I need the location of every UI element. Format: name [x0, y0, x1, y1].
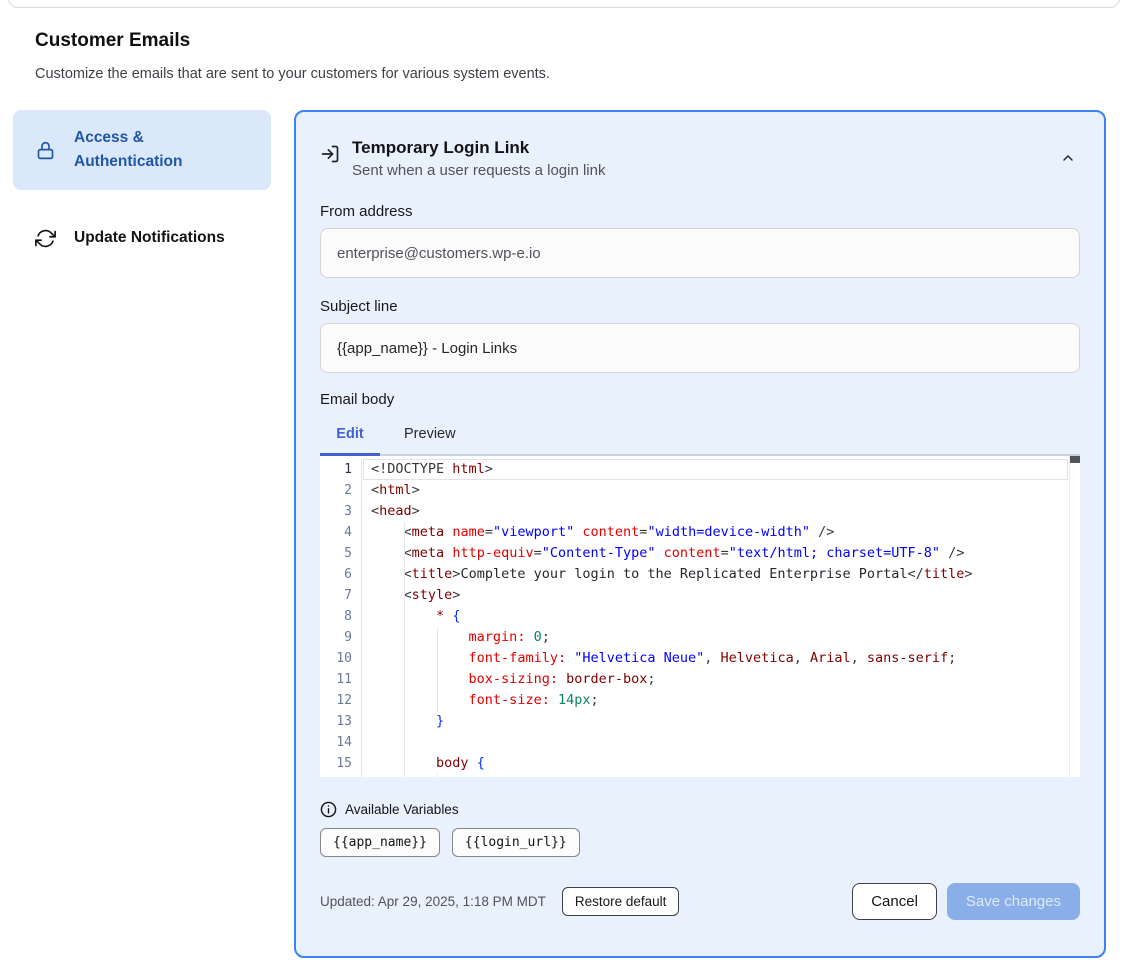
line-number: 10	[320, 648, 362, 669]
available-variables-label: Available Variables	[345, 802, 459, 817]
from-address-input[interactable]	[320, 228, 1080, 278]
code-line[interactable]: 15 body {	[320, 753, 1080, 774]
code-line[interactable]: 9 margin: 0;	[320, 627, 1080, 648]
code-line[interactable]: 2<html>	[320, 480, 1080, 501]
page-subtitle: Customize the emails that are sent to yo…	[35, 66, 550, 82]
line-number: 3	[320, 501, 362, 522]
code-line[interactable]: 14	[320, 732, 1080, 753]
line-number: 5	[320, 543, 362, 564]
line-number: 15	[320, 753, 362, 774]
email-body-label: Email body	[320, 391, 1080, 408]
sidebar-item-access-authentication[interactable]: Access & Authentication	[13, 110, 271, 190]
code-line-text: }	[362, 711, 444, 732]
line-number: 16	[320, 774, 362, 777]
card-subtitle: Sent when a user requests a login link	[352, 162, 1044, 179]
code-line[interactable]: 7 <style>	[320, 585, 1080, 606]
tab-preview[interactable]: Preview	[404, 416, 456, 454]
code-line[interactable]: 1<!DOCTYPE html>	[320, 459, 1080, 480]
code-editor-lines: 1<!DOCTYPE html>2<html>3<head>4 <meta na…	[320, 456, 1080, 777]
line-number: 2	[320, 480, 362, 501]
updated-timestamp: Updated: Apr 29, 2025, 1:18 PM MDT	[320, 894, 546, 909]
restore-default-button[interactable]: Restore default	[562, 887, 680, 916]
line-number: 6	[320, 564, 362, 585]
code-line-text: <style>	[362, 585, 460, 606]
from-address-label: From address	[320, 203, 1080, 220]
line-number: 14	[320, 732, 362, 753]
subject-line-input[interactable]	[320, 323, 1080, 373]
line-number: 12	[320, 690, 362, 711]
code-line[interactable]: 11 box-sizing: border-box;	[320, 669, 1080, 690]
save-changes-button[interactable]: Save changes	[947, 883, 1080, 920]
line-number: 13	[320, 711, 362, 732]
sidebar-item-update-notifications[interactable]: Update Notifications	[13, 214, 271, 262]
previous-section-card-edge	[8, 0, 1120, 8]
page-title: Customer Emails	[35, 30, 190, 52]
line-number: 7	[320, 585, 362, 606]
collapse-button[interactable]	[1056, 146, 1080, 173]
code-editor[interactable]: 1<!DOCTYPE html>2<html>3<head>4 <meta na…	[320, 456, 1080, 777]
code-line-text: font-family: "Helvetica Neue", Helvetica…	[362, 648, 956, 669]
line-number: 1	[320, 459, 362, 480]
editor-tabs: Edit Preview	[320, 416, 1080, 456]
code-line[interactable]: 3<head>	[320, 501, 1080, 522]
subject-line-label: Subject line	[320, 298, 1080, 315]
editor-scrollbar-thumb[interactable]	[1070, 456, 1080, 463]
code-line-text: * {	[362, 606, 460, 627]
code-line-text: <head>	[362, 501, 420, 522]
code-line[interactable]: 13 }	[320, 711, 1080, 732]
code-line-text: font-size: 14px;	[362, 690, 599, 711]
code-line-text: margin: 0;	[362, 627, 550, 648]
info-icon	[320, 801, 337, 818]
code-line-text	[362, 732, 371, 753]
lock-icon	[35, 140, 56, 161]
code-line[interactable]: 16 background-color: #ffffff;	[320, 774, 1080, 777]
line-number: 4	[320, 522, 362, 543]
variable-chips: {{app_name}} {{login_url}}	[320, 828, 1080, 857]
code-line-text: <!DOCTYPE html>	[362, 459, 493, 480]
code-line-text: <meta name="viewport" content="width=dev…	[362, 522, 834, 543]
variable-chip-app-name[interactable]: {{app_name}}	[320, 828, 440, 857]
sidebar-item-label: Update Notifications	[74, 226, 225, 250]
refresh-icon	[35, 228, 56, 249]
cancel-button[interactable]: Cancel	[852, 883, 937, 920]
line-number: 11	[320, 669, 362, 690]
code-line-text: <html>	[362, 480, 420, 501]
temporary-login-link-card: Temporary Login Link Sent when a user re…	[294, 110, 1106, 958]
code-line[interactable]: 12 font-size: 14px;	[320, 690, 1080, 711]
code-line[interactable]: 4 <meta name="viewport" content="width=d…	[320, 522, 1080, 543]
card-footer: Updated: Apr 29, 2025, 1:18 PM MDT Resto…	[320, 883, 1080, 920]
code-line[interactable]: 10 font-family: "Helvetica Neue", Helvet…	[320, 648, 1080, 669]
sidebar-item-label: Access & Authentication	[74, 126, 255, 174]
chevron-up-icon	[1060, 150, 1076, 169]
code-line[interactable]: 6 <title>Complete your login to the Repl…	[320, 564, 1080, 585]
card-title: Temporary Login Link	[352, 138, 1044, 158]
code-line-text: body {	[362, 753, 485, 774]
code-line-text: box-sizing: border-box;	[362, 669, 656, 690]
code-line[interactable]: 5 <meta http-equiv="Content-Type" conten…	[320, 543, 1080, 564]
editor-scrollbar-track	[1069, 456, 1070, 777]
card-header[interactable]: Temporary Login Link Sent when a user re…	[320, 138, 1080, 179]
code-line-text: <title>Complete your login to the Replic…	[362, 564, 973, 585]
card-titles: Temporary Login Link Sent when a user re…	[352, 138, 1044, 179]
customer-emails-page: Customer Emails Customize the emails tha…	[0, 0, 1128, 980]
line-number: 9	[320, 627, 362, 648]
settings-sidebar: Access & Authentication Update Notificat…	[13, 110, 271, 262]
tab-edit[interactable]: Edit	[320, 416, 380, 454]
code-line-text: background-color: #ffffff;	[362, 774, 680, 777]
login-icon	[320, 144, 340, 169]
available-variables-header: Available Variables	[320, 801, 1080, 818]
code-line-text: <meta http-equiv="Content-Type" content=…	[362, 543, 964, 564]
line-number: 8	[320, 606, 362, 627]
variable-chip-login-url[interactable]: {{login_url}}	[452, 828, 580, 857]
code-line[interactable]: 8 * {	[320, 606, 1080, 627]
